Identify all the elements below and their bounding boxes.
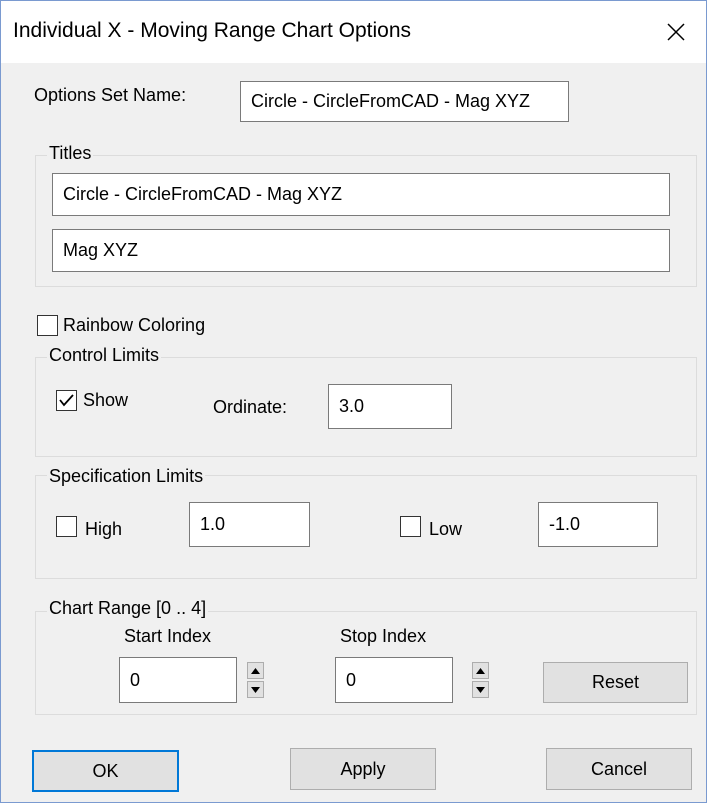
checkmark-icon <box>59 394 74 407</box>
close-button[interactable] <box>646 1 706 63</box>
ok-button[interactable]: OK <box>32 750 179 792</box>
stop-index-spinner[interactable] <box>472 662 489 699</box>
ordinate-input[interactable]: 3.0 <box>328 384 452 429</box>
low-limit-input[interactable]: -1.0 <box>538 502 658 547</box>
title-line1-input[interactable]: Circle - CircleFromCAD - Mag XYZ <box>52 173 670 216</box>
start-index-up-button[interactable] <box>247 662 264 679</box>
show-control-limits-checkbox[interactable] <box>56 390 77 411</box>
stop-index-input[interactable]: 0 <box>335 657 453 703</box>
control-limits-group-label: Control Limits <box>47 345 162 366</box>
title-bar[interactable]: Individual X - Moving Range Chart Option… <box>1 1 706 63</box>
title-line2-input[interactable]: Mag XYZ <box>52 229 670 272</box>
high-limit-input[interactable]: 1.0 <box>189 502 310 547</box>
high-limit-checkbox[interactable] <box>56 516 77 537</box>
cancel-button[interactable]: Cancel <box>546 748 692 790</box>
arrow-up-icon <box>476 667 485 674</box>
specification-limits-group-label: Specification Limits <box>47 466 206 487</box>
ordinate-label: Ordinate: <box>213 397 288 417</box>
options-set-name-input[interactable]: Circle - CircleFromCAD - Mag XYZ <box>240 81 569 122</box>
rainbow-coloring-label: Rainbow Coloring <box>63 315 206 335</box>
stop-index-down-button[interactable] <box>472 681 489 698</box>
low-limit-label: Low <box>429 519 463 539</box>
start-index-label: Start Index <box>124 626 212 646</box>
options-dialog: Individual X - Moving Range Chart Option… <box>0 0 707 803</box>
start-index-down-button[interactable] <box>247 681 264 698</box>
stop-index-label: Stop Index <box>340 626 427 646</box>
arrow-down-icon <box>476 686 485 693</box>
apply-button[interactable]: Apply <box>290 748 436 790</box>
show-control-limits-label: Show <box>83 390 129 410</box>
chart-range-group-label: Chart Range [0 .. 4] <box>47 598 209 619</box>
low-limit-checkbox[interactable] <box>400 516 421 537</box>
close-icon <box>667 23 685 41</box>
titles-group-label: Titles <box>47 143 94 164</box>
window-title: Individual X - Moving Range Chart Option… <box>13 19 412 42</box>
options-set-name-label: Options Set Name: <box>34 85 187 105</box>
arrow-up-icon <box>251 667 260 674</box>
stop-index-up-button[interactable] <box>472 662 489 679</box>
start-index-input[interactable]: 0 <box>119 657 237 703</box>
rainbow-coloring-checkbox[interactable] <box>37 315 58 336</box>
arrow-down-icon <box>251 686 260 693</box>
reset-button[interactable]: Reset <box>543 662 688 703</box>
high-limit-label: High <box>85 519 123 539</box>
start-index-spinner[interactable] <box>247 662 264 699</box>
